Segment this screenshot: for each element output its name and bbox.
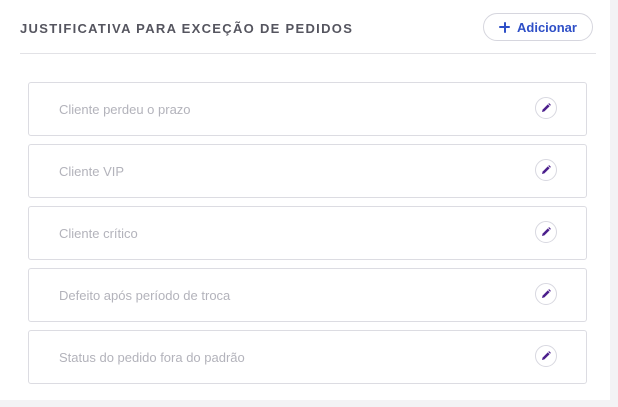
list-item: Status do pedido fora do padrão: [28, 330, 587, 384]
pencil-icon: [542, 227, 551, 236]
list-item-label: Status do pedido fora do padrão: [59, 350, 245, 365]
edit-button[interactable]: [535, 345, 557, 367]
justification-panel: JUSTIFICATIVA PARA EXCEÇÃO DE PEDIDOS Ad…: [0, 0, 610, 400]
add-button[interactable]: Adicionar: [483, 13, 593, 41]
page-title: JUSTIFICATIVA PARA EXCEÇÃO DE PEDIDOS: [20, 21, 354, 36]
list-item-label: Cliente perdeu o prazo: [59, 102, 191, 117]
add-button-label: Adicionar: [517, 19, 577, 35]
list-item: Cliente VIP: [28, 144, 587, 198]
list-item: Defeito após período de troca: [28, 268, 587, 322]
justification-list: Cliente perdeu o prazo Cliente VIP Clien…: [28, 82, 587, 392]
edit-button[interactable]: [535, 283, 557, 305]
panel-header: JUSTIFICATIVA PARA EXCEÇÃO DE PEDIDOS Ad…: [20, 0, 596, 54]
list-item-label: Cliente crítico: [59, 226, 138, 241]
edit-button[interactable]: [535, 97, 557, 119]
pencil-icon: [542, 103, 551, 112]
list-item-label: Cliente VIP: [59, 164, 125, 179]
plus-icon: [499, 21, 511, 33]
pencil-icon: [542, 351, 551, 360]
list-item: Cliente perdeu o prazo: [28, 82, 587, 136]
pencil-icon: [542, 165, 551, 174]
edit-button[interactable]: [535, 221, 557, 243]
edit-button[interactable]: [535, 159, 557, 181]
pencil-icon: [542, 289, 551, 298]
list-item-label: Defeito após período de troca: [59, 288, 231, 303]
list-item: Cliente crítico: [28, 206, 587, 260]
